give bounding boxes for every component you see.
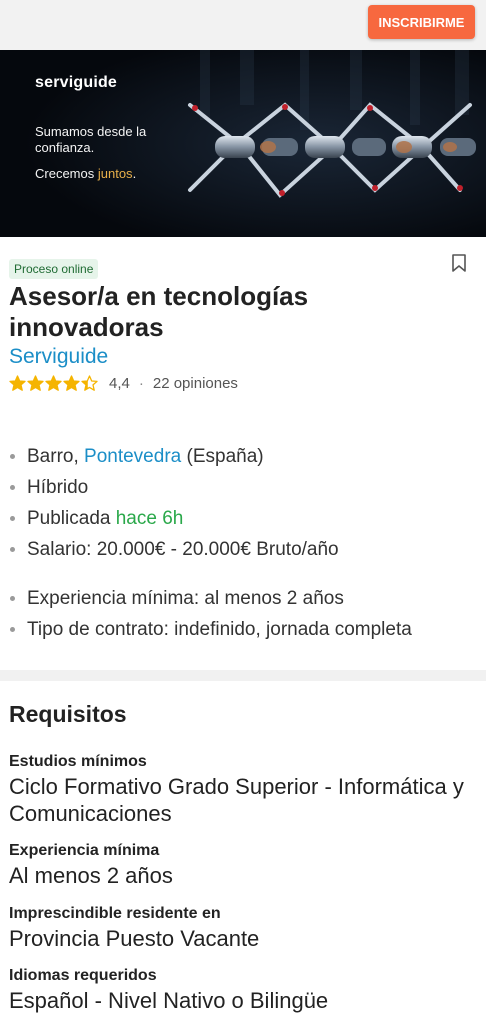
banner-tagline: Sumamos desde la confianza. bbox=[35, 124, 147, 155]
location-link[interactable]: Pontevedra bbox=[84, 446, 181, 467]
star-icon bbox=[27, 374, 44, 391]
requirement-value: Español - Nivel Nativo o Bilingüe bbox=[9, 988, 329, 1013]
rating-value: 4,4 bbox=[109, 374, 130, 392]
published-prefix: Publicada bbox=[27, 508, 116, 529]
company-banner: serviguide Sumamos desde la confianza. C… bbox=[0, 50, 486, 237]
requirement-min-studies: Estudios mínimos Ciclo Formativo Grado S… bbox=[9, 752, 479, 827]
tagline2-prefix: Crecemos bbox=[35, 166, 98, 181]
banner-brand-logo: serviguide bbox=[35, 74, 118, 91]
company-rating[interactable]: 4,4 · 22 opiniones bbox=[9, 373, 238, 393]
requirement-label: Experiencia mínima bbox=[9, 842, 160, 859]
job-title: Asesor/a en tecnologías innovadoras bbox=[9, 281, 309, 342]
section-divider bbox=[0, 670, 486, 681]
requirement-value: Ciclo Formativo Grado Superior - Informá… bbox=[9, 774, 464, 826]
requirement-label: Estudios mínimos bbox=[9, 753, 147, 770]
reviews-count: 22 opiniones bbox=[152, 374, 238, 392]
company-link[interactable]: Serviguide bbox=[9, 345, 108, 369]
rating-stars bbox=[9, 374, 98, 392]
requirement-label: Imprescindible residente en bbox=[9, 905, 221, 922]
bookmark-icon[interactable] bbox=[450, 253, 468, 273]
fact-location: Barro, Pontevedra (España) bbox=[9, 441, 479, 472]
fact-contract: Tipo de contrato: indefinido, jornada co… bbox=[9, 614, 479, 645]
rating-separator: · bbox=[138, 374, 144, 392]
star-icon bbox=[63, 374, 80, 391]
location-suffix: (España) bbox=[181, 446, 264, 467]
online-process-badge: Proceso online bbox=[9, 259, 99, 279]
apply-button[interactable]: INSCRIBIRME bbox=[368, 5, 475, 39]
fact-experience: Experiencia mínima: al menos 2 años bbox=[9, 583, 479, 614]
fact-salary: Salario: 20.000€ - 20.000€ Bruto/año bbox=[9, 534, 479, 565]
requirement-min-experience: Experiencia mínima Al menos 2 años bbox=[9, 841, 479, 889]
banner-tagline-secondary: Crecemos juntos. bbox=[35, 166, 136, 181]
star-icon bbox=[45, 374, 62, 391]
requirement-value: Provincia Puesto Vacante bbox=[9, 926, 260, 951]
fact-published: Publicada hace 6h bbox=[9, 503, 479, 534]
requirement-value: Al menos 2 años bbox=[9, 863, 173, 888]
requirements-title: Requisitos bbox=[9, 701, 127, 727]
location-prefix: Barro, bbox=[27, 446, 85, 467]
tagline2-accent: juntos bbox=[97, 166, 133, 181]
star-icon bbox=[9, 374, 26, 391]
star-icon bbox=[81, 374, 98, 391]
fact-modality: Híbrido bbox=[9, 472, 479, 503]
requirement-languages: Idiomas requeridos Español - Nivel Nativ… bbox=[9, 966, 479, 1014]
job-facts: Barro, Pontevedra (España) Híbrido Publi… bbox=[9, 441, 479, 645]
published-time: hace 6h bbox=[115, 508, 184, 529]
tagline2-suffix: . bbox=[132, 166, 137, 181]
requirement-residence: Imprescindible residente en Provincia Pu… bbox=[9, 904, 479, 952]
top-bar: INSCRIBIRME bbox=[0, 0, 486, 50]
requirement-label: Idiomas requeridos bbox=[9, 967, 157, 984]
